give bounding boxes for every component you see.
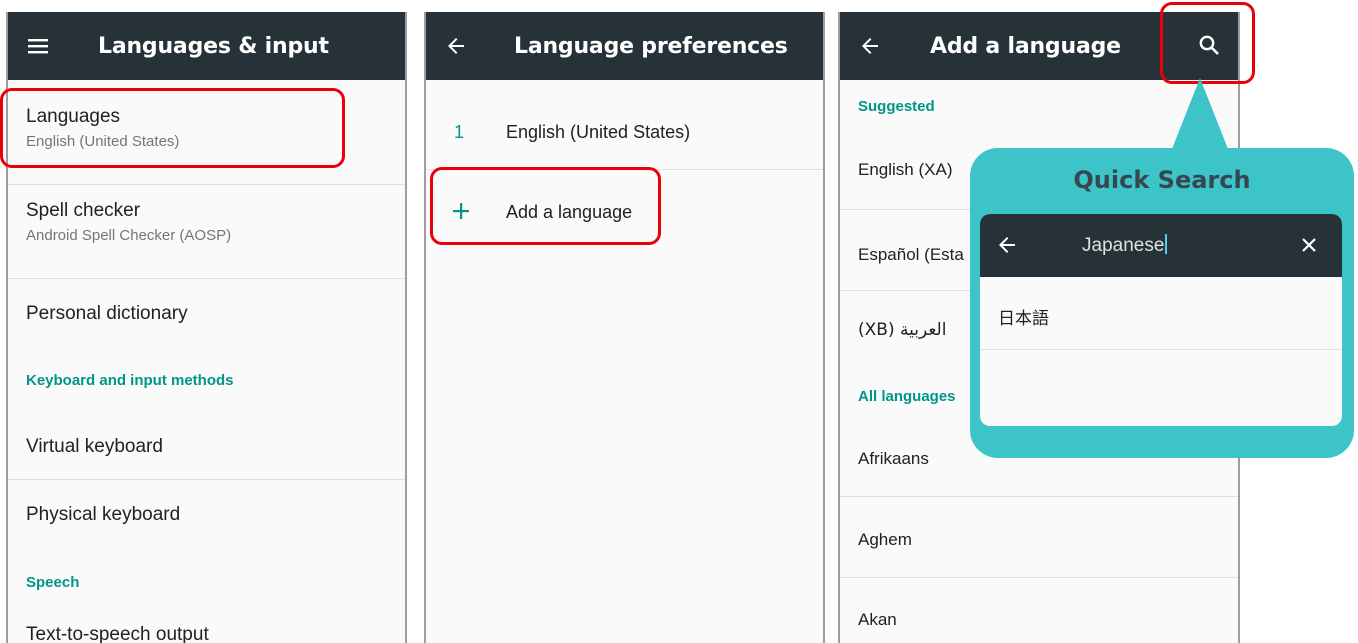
page-title: Language preferences bbox=[514, 33, 788, 59]
callout-title: Quick Search bbox=[1073, 166, 1251, 194]
search-input[interactable]: Japanese bbox=[1082, 234, 1168, 257]
virtual-keyboard-item[interactable]: Virtual keyboard bbox=[8, 436, 405, 458]
language-name: English (United States) bbox=[506, 122, 691, 142]
app-bar: Languages & input bbox=[8, 12, 405, 80]
section-header-all-languages: All languages bbox=[858, 388, 956, 405]
page-title: Add a language bbox=[930, 33, 1121, 59]
language-name: Aghem bbox=[858, 530, 912, 549]
quick-search-panel: Japanese 日本語 bbox=[980, 214, 1342, 426]
divider bbox=[840, 496, 1238, 497]
back-arrow-icon[interactable] bbox=[858, 34, 882, 58]
divider bbox=[8, 479, 405, 480]
text-cursor bbox=[1165, 234, 1168, 254]
close-icon[interactable] bbox=[1300, 236, 1318, 259]
divider bbox=[8, 278, 405, 279]
highlight-languages bbox=[0, 88, 345, 168]
app-bar: Language preferences bbox=[426, 12, 823, 80]
section-header-keyboard: Keyboard and input methods bbox=[26, 372, 234, 389]
search-query: Japanese bbox=[1082, 235, 1165, 256]
callout-pointer bbox=[1170, 78, 1230, 154]
page-title: Languages & input bbox=[98, 33, 329, 59]
section-header-speech: Speech bbox=[26, 574, 80, 591]
item-title: Virtual keyboard bbox=[26, 436, 163, 457]
tts-output-item[interactable]: Text-to-speech output bbox=[8, 624, 405, 643]
back-arrow-icon[interactable] bbox=[998, 236, 1016, 259]
item-title: Personal dictionary bbox=[26, 303, 188, 324]
item-title: Text-to-speech output bbox=[26, 624, 209, 643]
divider bbox=[8, 184, 405, 185]
language-preferences-screen: Language preferences 1 English (United S… bbox=[424, 12, 825, 643]
physical-keyboard-item[interactable]: Physical keyboard bbox=[8, 504, 405, 526]
item-title: Physical keyboard bbox=[26, 504, 181, 525]
highlight-search-button bbox=[1160, 2, 1255, 84]
language-name: Akan bbox=[858, 610, 897, 629]
item-summary: Android Spell Checker (AOSP) bbox=[26, 227, 232, 244]
search-result-item[interactable]: 日本語 bbox=[998, 304, 1049, 329]
divider bbox=[840, 577, 1238, 578]
language-item[interactable]: Aghem bbox=[840, 530, 1238, 550]
search-bar: Japanese bbox=[980, 214, 1342, 277]
language-item[interactable]: Akan bbox=[840, 610, 1238, 630]
personal-dictionary-item[interactable]: Personal dictionary bbox=[8, 303, 405, 325]
menu-icon[interactable] bbox=[26, 34, 50, 58]
item-title: Spell checker bbox=[26, 200, 141, 221]
spell-checker-item[interactable]: Spell checker Android Spell Checker (AOS… bbox=[8, 200, 405, 244]
highlight-add-language bbox=[430, 167, 661, 245]
divider bbox=[980, 349, 1342, 350]
language-order-number: 1 bbox=[454, 122, 465, 142]
back-arrow-icon[interactable] bbox=[444, 34, 468, 58]
section-header-suggested: Suggested bbox=[858, 98, 935, 115]
